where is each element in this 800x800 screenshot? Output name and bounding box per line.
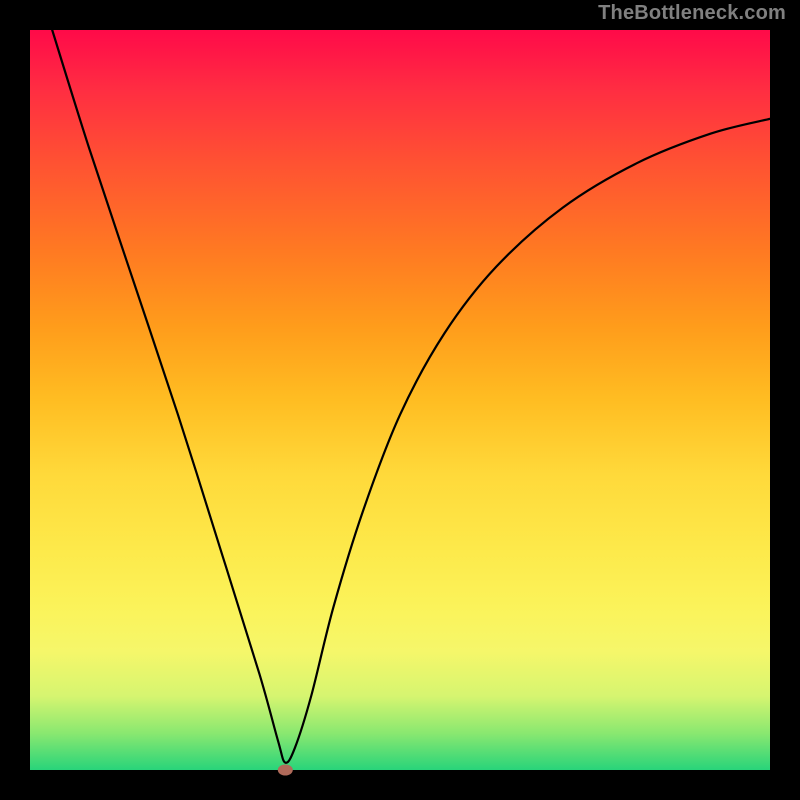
plot-area [30, 30, 770, 770]
watermark-text: TheBottleneck.com [598, 2, 786, 25]
bottleneck-curve [52, 30, 770, 763]
curve-svg [30, 30, 770, 770]
chart-container: TheBottleneck.com [0, 0, 800, 800]
minimum-marker [278, 765, 292, 775]
